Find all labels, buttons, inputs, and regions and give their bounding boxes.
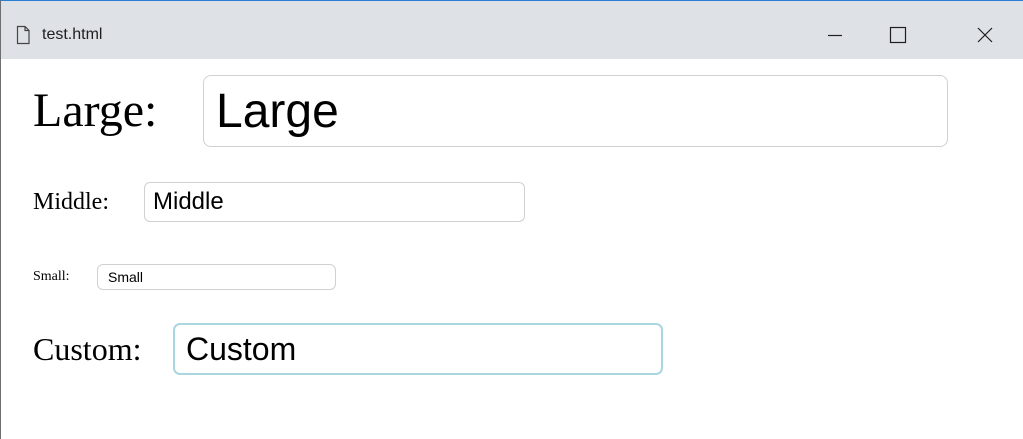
close-button[interactable] — [962, 15, 1008, 55]
large-label: Large: — [33, 84, 158, 137]
close-icon — [975, 25, 995, 45]
middle-row: Middle: — [33, 182, 525, 222]
small-input[interactable] — [97, 264, 336, 290]
maximize-icon — [888, 25, 908, 45]
middle-label: Middle: — [33, 189, 109, 215]
document-icon — [15, 25, 31, 45]
custom-row: Custom: — [33, 323, 663, 375]
minimize-button[interactable] — [812, 15, 858, 55]
minimize-icon — [825, 25, 845, 45]
custom-input[interactable] — [173, 323, 663, 375]
title-bar[interactable]: test.html — [1, 1, 1023, 59]
window-title: test.html — [42, 26, 103, 43]
large-input[interactable] — [203, 75, 948, 147]
small-row: Small: — [33, 264, 336, 290]
middle-input[interactable] — [144, 182, 525, 222]
custom-label: Custom: — [33, 331, 142, 367]
browser-window: test.html Large: Large Middle: Middle Sm… — [0, 0, 1023, 439]
small-label: Small: — [33, 269, 70, 284]
large-row: Large: — [33, 75, 948, 147]
maximize-button[interactable] — [875, 15, 921, 55]
page-content: Large: Middle: Small: Custom: — [1, 59, 1023, 439]
